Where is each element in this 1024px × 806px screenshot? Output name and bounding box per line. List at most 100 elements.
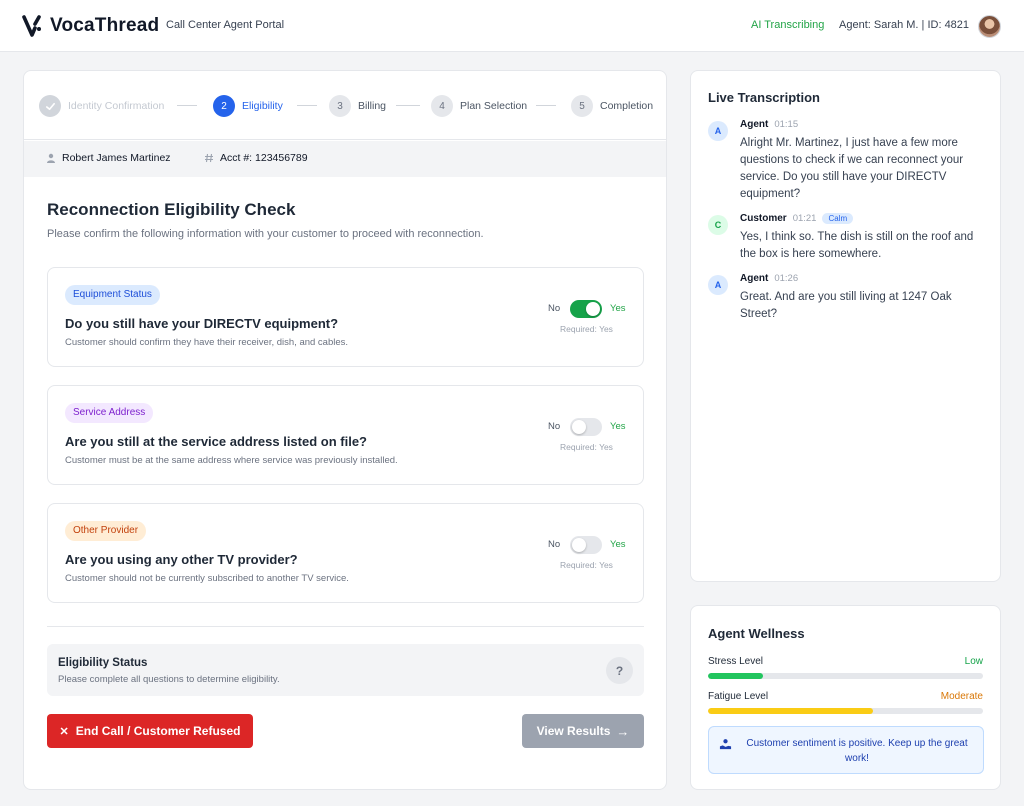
page-title: Reconnection Eligibility Check	[47, 200, 296, 219]
agent-avatar-icon: A	[708, 275, 728, 295]
eligibility-status-title: Eligibility Status	[58, 657, 148, 669]
brand-name: VocaThread	[50, 15, 160, 36]
toggle-yes-label: Yes	[610, 421, 626, 432]
arrow-right-icon: →	[616, 723, 630, 739]
fatigue-level-fill	[708, 708, 873, 714]
user-icon	[47, 153, 55, 163]
equipment-toggle[interactable]	[570, 300, 602, 318]
stress-level-fill	[708, 673, 763, 679]
step-identity-confirmation[interactable]: Identity Confirmation	[39, 95, 164, 117]
end-call-label: End Call / Customer Refused	[75, 724, 241, 738]
equipment-status-badge: Equipment Status	[65, 285, 160, 305]
message-text: Yes, I think so. The dish is still on th…	[740, 231, 974, 260]
live-transcription-title: Live Transcription	[708, 90, 820, 105]
step-label: Completion	[600, 100, 654, 112]
agent-wellness-title: Agent Wellness	[708, 626, 805, 641]
service-address-toggle[interactable]	[570, 418, 602, 436]
question-card-other-provider: Other Provider Are you using any other T…	[47, 503, 644, 603]
step-number: 3	[329, 95, 351, 117]
customer-name: Robert James Martinez	[46, 152, 171, 164]
step-billing[interactable]: 3 Billing	[329, 95, 386, 117]
toggle-knob	[572, 538, 586, 552]
toggle-no-label: No	[548, 303, 561, 314]
close-icon: ✕	[59, 725, 69, 738]
question-title: Do you still have your DIRECTV equipment…	[65, 316, 339, 331]
message-speaker: Agent	[740, 119, 769, 130]
service-address-badge: Service Address	[65, 403, 154, 423]
step-number: 5	[571, 95, 593, 117]
live-transcription-panel: Live Transcription A Agent 01:15 Alright…	[690, 70, 1001, 582]
toggle-no-label: No	[548, 421, 561, 432]
message-header: Agent 01:15	[740, 119, 798, 130]
step-connector	[396, 105, 420, 106]
step-label: Plan Selection	[460, 100, 528, 112]
question-description: Customer should not be currently subscri…	[65, 573, 349, 584]
message-text: Alright Mr. Martinez, I just have a few …	[740, 137, 964, 200]
eligibility-card: Identity Confirmation 2 Eligibility 3 Bi…	[23, 70, 667, 790]
question-card-service-address: Service Address Are you still at the ser…	[47, 385, 644, 485]
required-answer: Required: Yes	[560, 442, 613, 452]
question-title: Are you using any other TV provider?	[65, 552, 298, 567]
toggle-yes-label: Yes	[610, 539, 626, 550]
other-provider-badge: Other Provider	[65, 521, 147, 541]
message-time: 01:26	[774, 273, 799, 284]
question-card-equipment: Equipment Status Do you still have your …	[47, 267, 644, 367]
step-eligibility[interactable]: 2 Eligibility	[213, 95, 283, 117]
toggle-yes-label: Yes	[610, 303, 626, 314]
toggle-knob	[572, 420, 586, 434]
message-text: Great. And are you still living at 1247 …	[740, 291, 952, 320]
top-header: VocaThread Call Center Agent Portal AI T…	[0, 0, 1024, 52]
account-number: Acct #: 123456789	[204, 152, 308, 164]
message-header: Agent 01:26	[740, 273, 798, 284]
sentiment-tag: Calm	[822, 213, 854, 224]
step-check-icon	[39, 95, 61, 117]
step-label: Eligibility	[242, 100, 283, 112]
agent-wellness-panel: Agent Wellness Stress Level Low Fatigue …	[690, 605, 1001, 790]
view-results-button[interactable]: View Results →	[522, 714, 644, 748]
other-provider-toggle[interactable]	[570, 536, 602, 554]
required-answer: Required: Yes	[560, 324, 613, 334]
message-time: 01:15	[774, 119, 799, 130]
eligibility-status-panel: Eligibility Status Please complete all q…	[47, 644, 644, 696]
sentiment-message: Customer sentiment is positive. Keep up …	[746, 738, 968, 764]
section-divider	[47, 626, 644, 627]
account-number-text: Acct #: 123456789	[220, 152, 308, 164]
page-description: Please confirm the following information…	[47, 228, 484, 240]
message-time: 01:21	[792, 213, 817, 224]
agent-avatar-icon: A	[708, 121, 728, 141]
toggle-no-label: No	[548, 539, 561, 550]
stress-level-label: Stress Level	[708, 656, 764, 667]
progress-stepper: Identity Confirmation 2 Eligibility 3 Bi…	[24, 71, 666, 140]
fatigue-level-value: Moderate	[940, 691, 983, 702]
vocathread-logo-icon	[22, 15, 41, 37]
step-completion[interactable]: 5 Completion	[571, 95, 653, 117]
step-number: 4	[431, 95, 453, 117]
question-title: Are you still at the service address lis…	[65, 434, 367, 449]
portal-title: Call Center Agent Portal	[166, 19, 285, 31]
message-speaker: Customer	[740, 213, 787, 224]
step-connector	[177, 105, 197, 106]
customer-info-bar: Robert James Martinez Acct #: 123456789	[24, 141, 666, 177]
stress-level-bar	[708, 673, 983, 679]
message-header: Customer 01:21 Calm	[740, 213, 854, 224]
agent-info: Agent: Sarah M. | ID: 4821	[839, 19, 970, 31]
required-answer: Required: Yes	[560, 560, 613, 570]
agent-avatar[interactable]	[978, 15, 1001, 38]
message-speaker: Agent	[740, 273, 769, 284]
step-plan-selection[interactable]: 4 Plan Selection	[431, 95, 527, 117]
ai-transcribing-status: AI Transcribing	[751, 19, 825, 31]
toggle-knob	[586, 302, 600, 316]
end-call-button[interactable]: ✕ End Call / Customer Refused	[47, 714, 253, 748]
question-description: Customer should confirm they have their …	[65, 337, 349, 348]
question-mark-icon[interactable]: ?	[606, 657, 633, 684]
step-connector	[297, 105, 317, 106]
question-description: Customer must be at the same address whe…	[65, 455, 398, 466]
customer-name-text: Robert James Martinez	[62, 152, 171, 164]
step-connector	[536, 105, 556, 106]
step-label: Billing	[358, 100, 387, 112]
fatigue-level-bar	[708, 708, 983, 714]
fatigue-level-label: Fatigue Level	[708, 691, 769, 702]
sentiment-alert: Customer sentiment is positive. Keep up …	[708, 726, 984, 774]
hash-icon	[205, 153, 213, 163]
stress-level-value: Low	[964, 656, 983, 667]
